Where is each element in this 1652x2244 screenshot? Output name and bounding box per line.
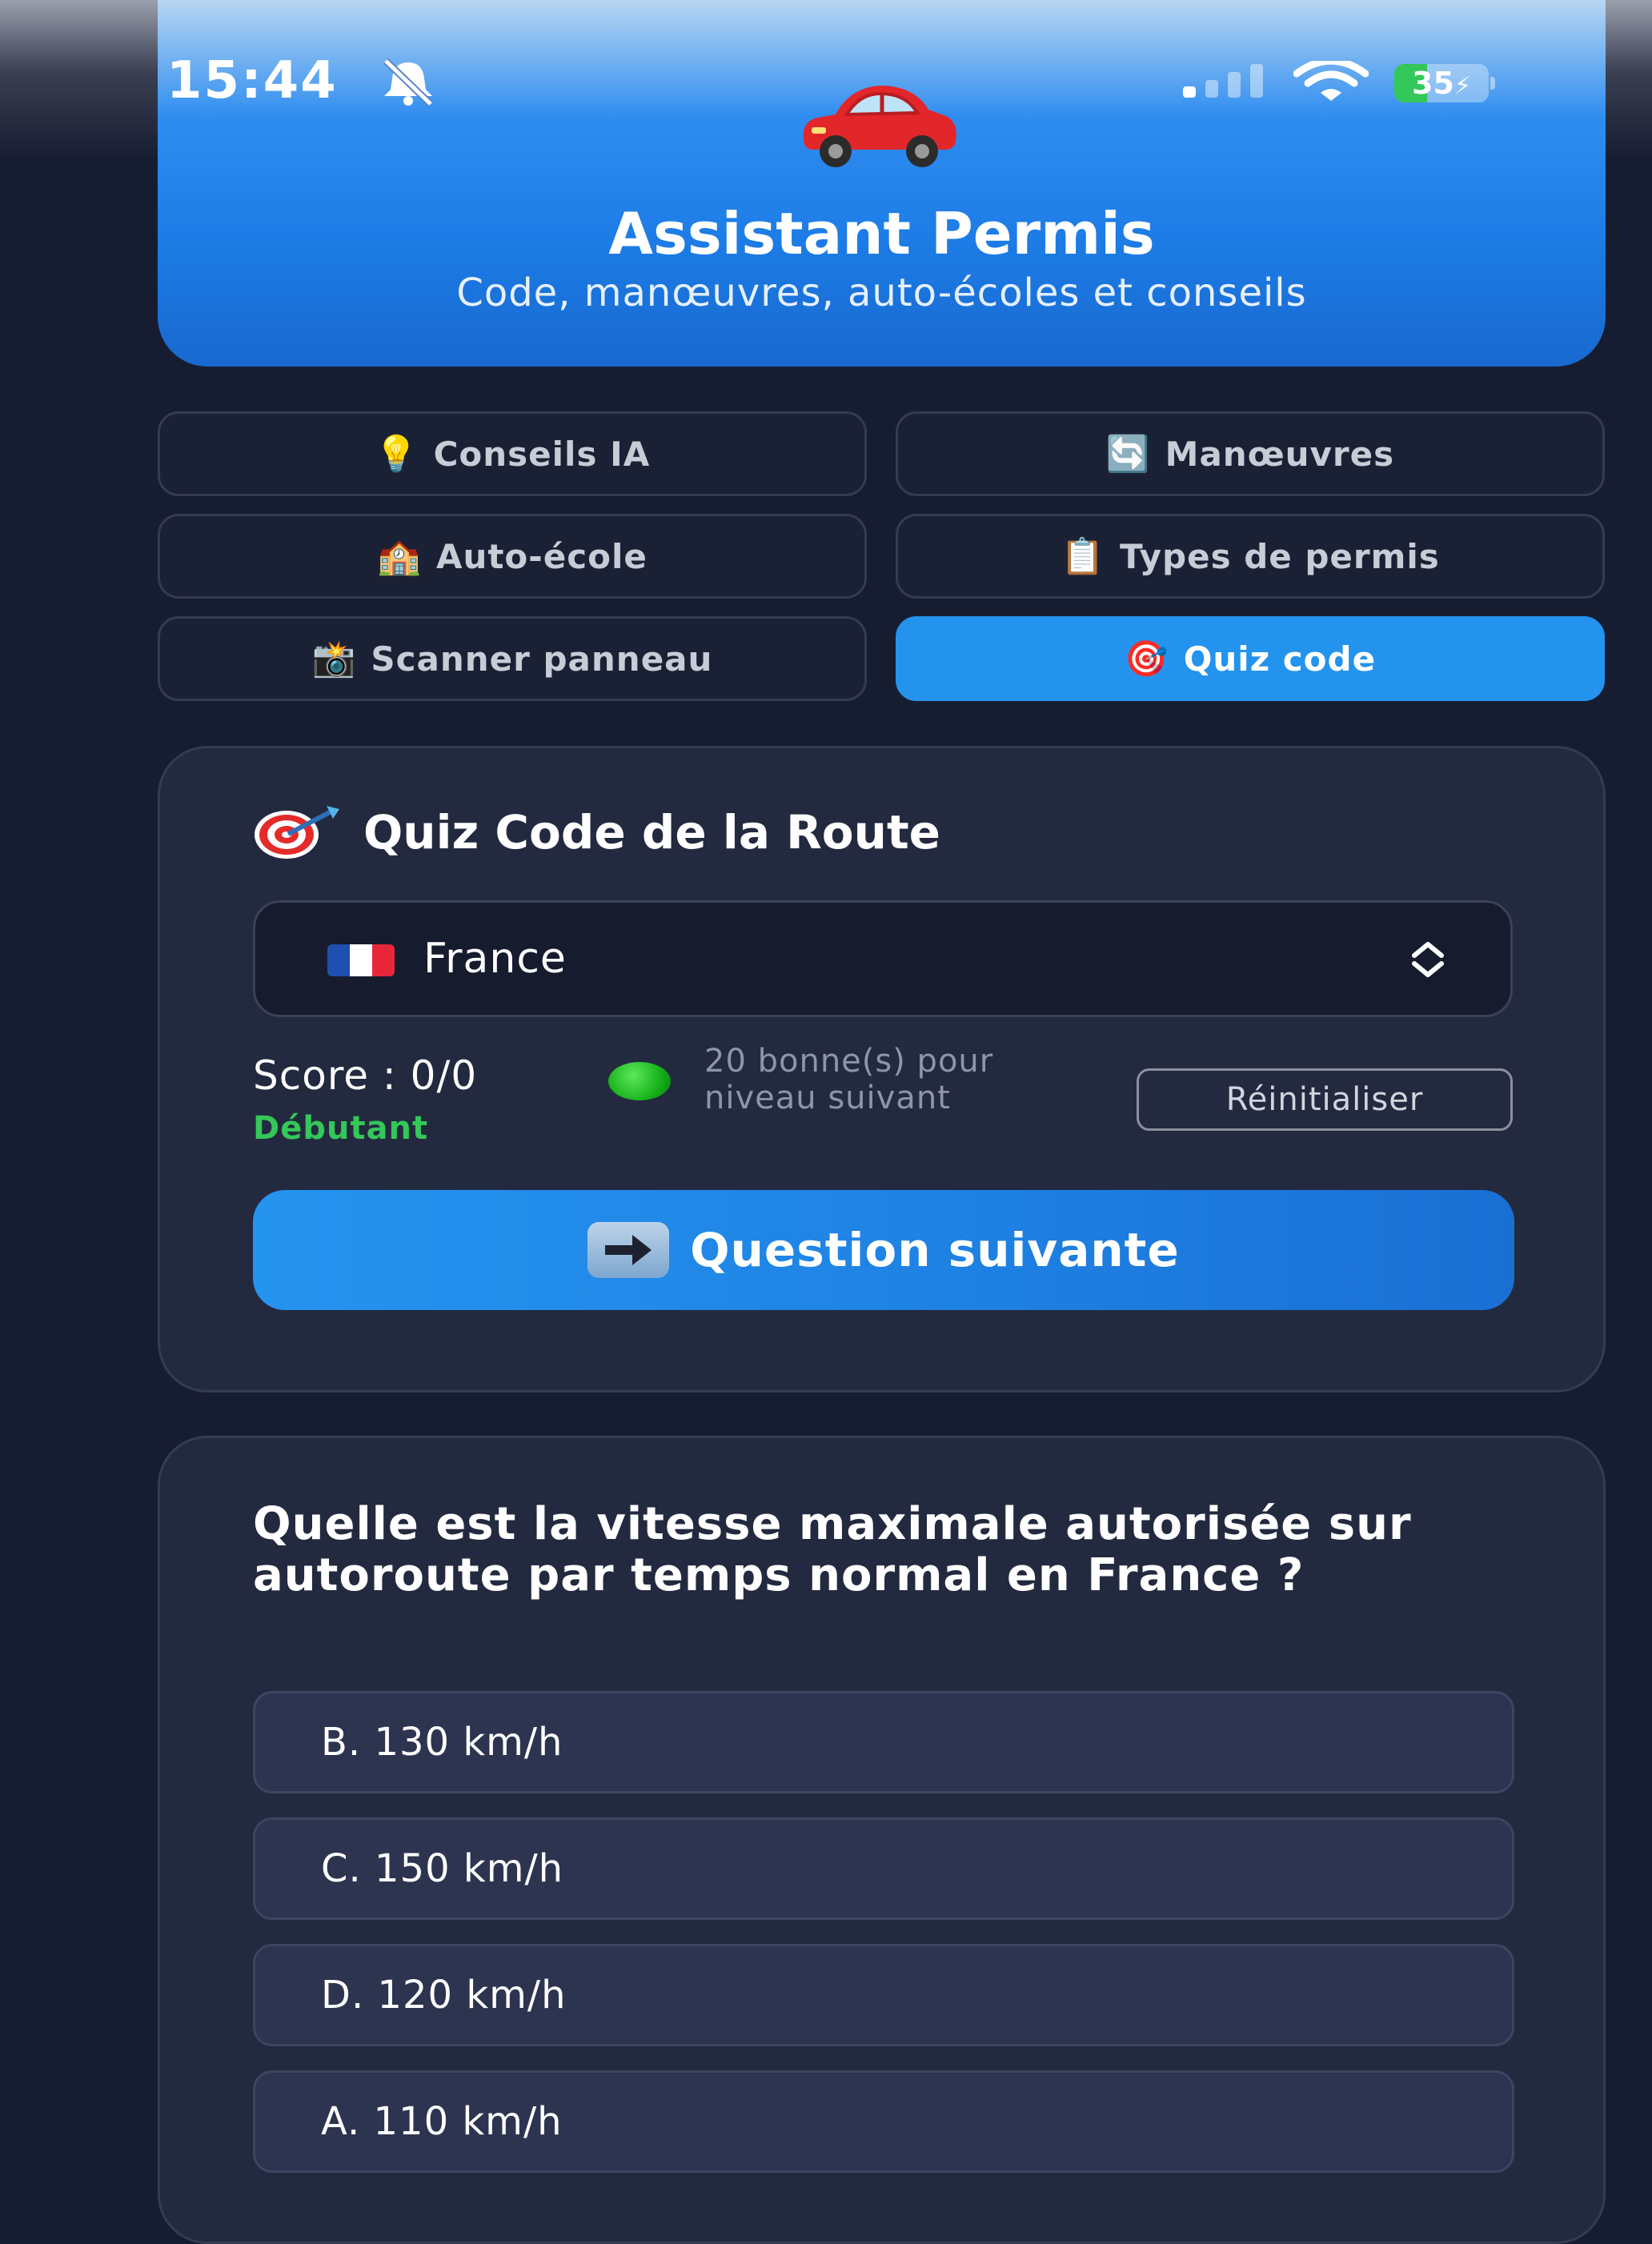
nav-auto-ecole-button[interactable]: 🏫 Auto-école bbox=[158, 514, 867, 599]
bell-slash-icon bbox=[383, 58, 434, 106]
battery-level: 35 bbox=[1412, 66, 1454, 101]
answer-option[interactable]: A. 110 km/h bbox=[253, 2070, 1514, 2173]
nav-label: Manœuvres bbox=[1165, 434, 1395, 474]
level-label: Débutant bbox=[253, 1110, 429, 1147]
answer-option[interactable]: B. 130 km/h bbox=[253, 1691, 1514, 1793]
arrows-cycle-icon: 🔄 bbox=[1105, 434, 1151, 475]
quiz-title: Quiz Code de la Route bbox=[363, 805, 941, 860]
country-select[interactable]: France bbox=[253, 900, 1513, 1017]
target-icon: 🎯 bbox=[1124, 639, 1169, 679]
nav-label: Conseils IA bbox=[433, 434, 651, 474]
next-question-button[interactable]: Question suivante bbox=[253, 1190, 1514, 1310]
score-label: Score : 0/0 bbox=[253, 1052, 478, 1099]
level-indicator-icon bbox=[608, 1062, 671, 1100]
question-text: Quelle est la vitesse maximale autorisée… bbox=[253, 1498, 1412, 1601]
nav-label: Types de permis bbox=[1119, 536, 1440, 576]
next-question-label: Question suivante bbox=[690, 1223, 1180, 1277]
nav-label: Auto-école bbox=[435, 536, 648, 576]
arrow-right-icon bbox=[587, 1222, 670, 1278]
app-title: Assistant Permis bbox=[608, 200, 1155, 267]
school-icon: 🏫 bbox=[377, 536, 422, 577]
french-flag-icon bbox=[327, 944, 395, 976]
battery-charging-icon: 35⚡ bbox=[1394, 64, 1495, 102]
progress-note: 20 bonne(s) pour niveau suivant bbox=[704, 1043, 994, 1116]
nav-quiz-code-button[interactable]: 🎯 Quiz code bbox=[896, 616, 1605, 701]
nav-scanner-panneau-button[interactable]: 📸 Scanner panneau bbox=[158, 616, 867, 701]
nav-manoeuvres-button[interactable]: 🔄 Manœuvres bbox=[896, 411, 1605, 496]
nav-conseils-ia-button[interactable]: 💡 Conseils IA bbox=[158, 411, 867, 496]
reset-button[interactable]: Réinitialiser bbox=[1137, 1068, 1513, 1131]
wifi-icon bbox=[1293, 61, 1369, 101]
cellular-signal-icon bbox=[1183, 64, 1263, 98]
camera-flash-icon: 📸 bbox=[311, 639, 357, 679]
answer-option[interactable]: D. 120 km/h bbox=[253, 1944, 1514, 2046]
quiz-title-row: Quiz Code de la Route bbox=[253, 804, 940, 860]
nav-label: Scanner panneau bbox=[371, 639, 713, 679]
nav-label: Quiz code bbox=[1183, 639, 1377, 679]
status-bar: 15:44 35⚡ bbox=[0, 0, 1652, 160]
app-subtitle: Code, manœuvres, auto-écoles et conseils bbox=[456, 270, 1307, 315]
nav-types-de-permis-button[interactable]: 📋 Types de permis bbox=[896, 514, 1605, 599]
target-icon bbox=[255, 806, 339, 859]
clipboard-icon: 📋 bbox=[1061, 536, 1105, 577]
status-time: 15:44 bbox=[166, 51, 338, 110]
quiz-card: Quiz Code de la Route France Score : 0/0… bbox=[158, 746, 1606, 1392]
country-selected-value: France bbox=[423, 935, 567, 983]
chevron-up-down-icon bbox=[1412, 942, 1444, 977]
answer-option[interactable]: C. 150 km/h bbox=[253, 1817, 1514, 1920]
question-card: Quelle est la vitesse maximale autorisée… bbox=[158, 1436, 1606, 2244]
lightbulb-icon: 💡 bbox=[374, 434, 419, 475]
